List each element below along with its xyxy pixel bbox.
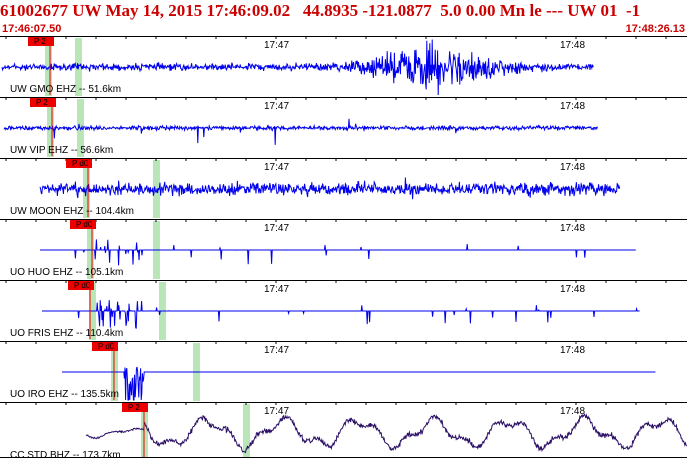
seismogram-plot: 17:47 17:48P 2UW GMO EHZ -- 51.6km17:47 17… — [0, 36, 687, 458]
minute-label: 17:48 — [560, 40, 585, 51]
trace-panel: 17:47 17:48 P d0 UO IRO EHZ -- 135.5km — [0, 341, 687, 401]
pick-flag-label: P d0 — [98, 342, 115, 351]
pick-flag-label: P d0 — [74, 281, 91, 290]
minute-label: 17:48 — [560, 345, 585, 356]
pick-flag-label: P 2 — [34, 37, 46, 46]
start-time: 17:46:07.50 — [2, 23, 62, 35]
trace-panel: 17:47 17:48 P d0 UO FRIS EHZ -- 110.4km — [0, 280, 687, 340]
waveform-trace — [3, 118, 598, 145]
minute-label: 17:47 — [264, 162, 289, 173]
header: 61002677 UW May 14, 2015 17:46:09.02 44.… — [0, 0, 687, 38]
minute-label: 17:47 — [264, 40, 289, 51]
end-time: 17:48:26.13 — [625, 23, 685, 35]
waveform-trace — [42, 300, 640, 329]
waveform-trace — [40, 239, 636, 266]
minute-label: 17:48 — [560, 101, 585, 112]
minute-label: 17:47 — [264, 406, 289, 417]
station-label: CC STD BHZ -- 173.7km — [10, 450, 121, 458]
trace-panel: 17:47 17:48 P d0 UW MOON EHZ -- 104.4km — [0, 158, 687, 218]
trace-panel: 17:47 17:48 P 2 UW GMO EHZ -- 51.6km — [0, 36, 687, 96]
event-title: 61002677 UW May 14, 2015 17:46:09.02 44.… — [0, 1, 641, 20]
station-label: UO IRO EHZ -- 135.5km — [10, 389, 119, 400]
pick-flag-label: P 2 — [36, 98, 48, 107]
minute-label: 17:48 — [560, 223, 585, 234]
station-label: UW MOON EHZ -- 104.4km — [10, 206, 134, 217]
minute-label: 17:47 — [264, 101, 289, 112]
minute-label: 17:47 — [264, 345, 289, 356]
pick-flag-label: P 2 — [128, 403, 140, 412]
minute-label: 17:47 — [264, 223, 289, 234]
minute-label: 17:47 — [264, 284, 289, 295]
waveform-trace — [62, 366, 656, 401]
station-label: UW GMO EHZ -- 51.6km — [10, 84, 121, 95]
trace-panel: 17:47 17:48P 2CC STD BHZ -- 173.7km — [0, 402, 687, 458]
waveform-trace — [85, 413, 687, 454]
minute-label: 17:48 — [560, 284, 585, 295]
station-label: UO FRIS EHZ -- 110.4km — [10, 328, 123, 339]
trace-panel: 17:47 17:48 P 2 UW VIP EHZ -- 56.6km — [0, 97, 687, 157]
pick-flag-label: P d0 — [76, 220, 93, 229]
waveform-trace — [39, 177, 621, 200]
pick-flag-label: P d0 — [72, 159, 89, 168]
station-label: UW VIP EHZ -- 56.6km — [10, 145, 113, 156]
station-label: UO HUO EHZ -- 105.1km — [10, 267, 123, 278]
minute-label: 17:48 — [560, 162, 585, 173]
trace-panel: 17:47 17:48 P d0 UO HUO EHZ -- 105.1km — [0, 219, 687, 279]
